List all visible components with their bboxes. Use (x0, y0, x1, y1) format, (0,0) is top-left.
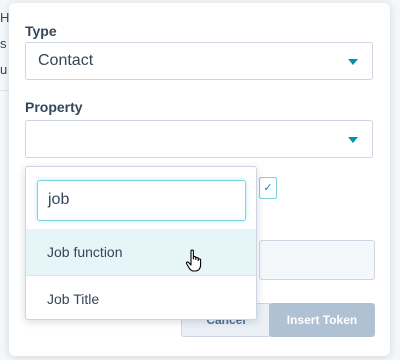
insert-token-dialog: Type Contact Property ✓ Cancel Insert To… (9, 3, 390, 356)
hand-cursor-icon (185, 249, 202, 272)
type-label: Type (25, 23, 57, 39)
option-job-title[interactable]: Job Title (26, 276, 256, 319)
option-job-function[interactable]: Job function (26, 229, 256, 275)
property-label: Property (25, 99, 83, 115)
check-icon: ✓ (263, 182, 273, 194)
checkbox[interactable]: ✓ (259, 177, 277, 199)
type-select[interactable]: Contact (25, 42, 373, 80)
text-input[interactable] (259, 240, 375, 280)
type-select-value: Contact (38, 52, 94, 69)
property-select[interactable] (25, 120, 373, 158)
insert-token-button[interactable]: Insert Token (269, 303, 375, 337)
caret-down-icon (348, 137, 358, 143)
caret-down-icon (348, 59, 358, 65)
search-query: job (48, 191, 70, 208)
property-search-input[interactable]: job (37, 180, 246, 221)
property-dropdown-menu: job Job function Job Title (25, 166, 257, 320)
